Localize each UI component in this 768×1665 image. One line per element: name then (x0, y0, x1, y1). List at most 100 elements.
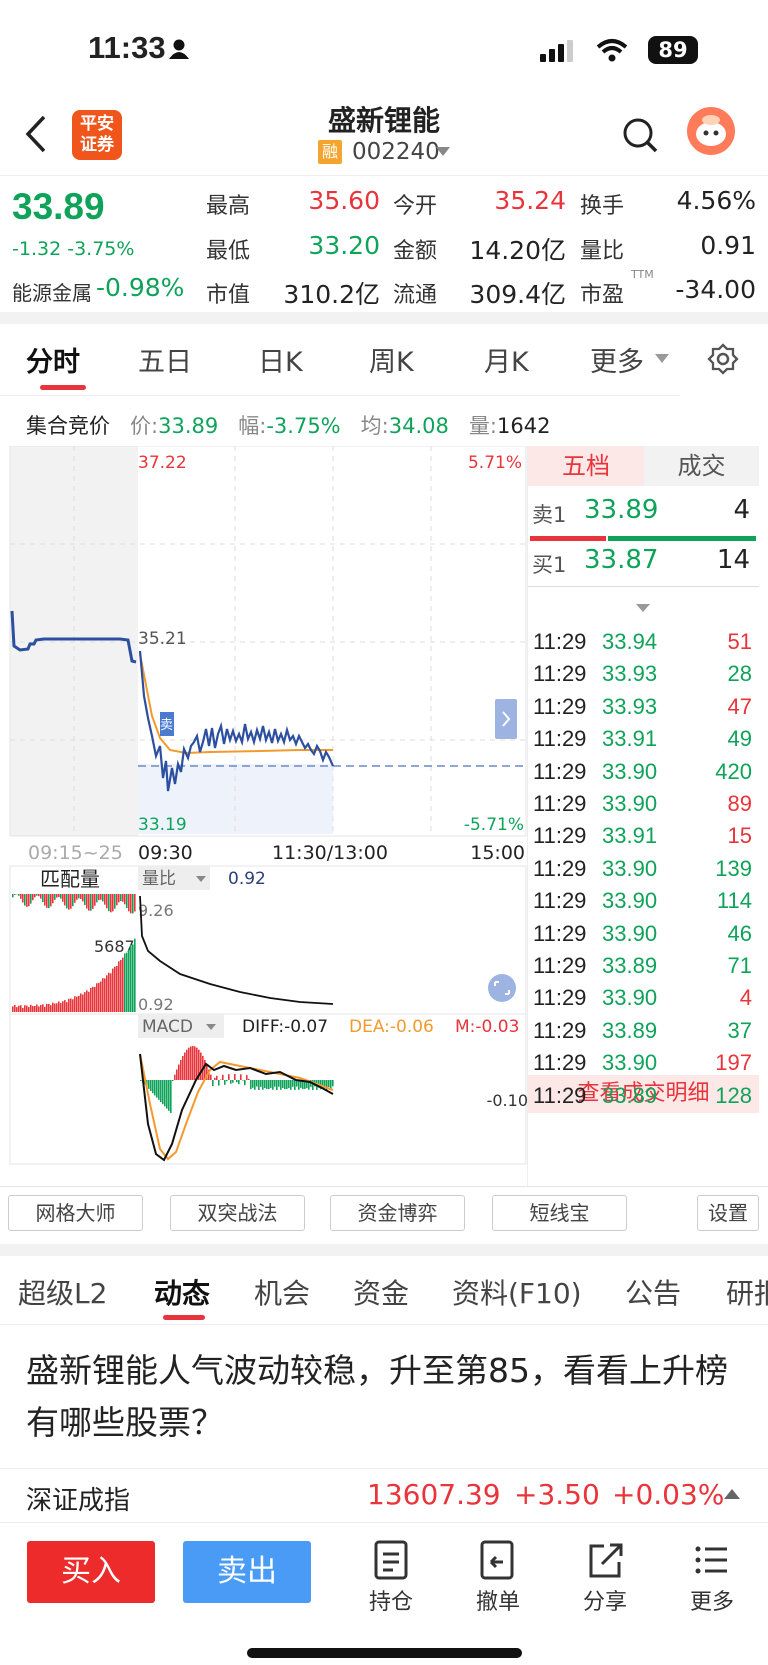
sector-change[interactable]: -0.98% (96, 273, 184, 302)
match-bar-top (62, 894, 64, 902)
chart-top-pct: 5.71% (468, 453, 522, 473)
macd-bar (226, 1080, 228, 1082)
match-bar-top (86, 894, 88, 909)
nav-holdings[interactable]: 持仓 (351, 1540, 431, 1616)
news-tab-research[interactable]: 研报 (726, 1272, 768, 1312)
macd-bar (328, 1080, 330, 1088)
match-bar-bottom (70, 998, 72, 1012)
tool-short-line[interactable]: 短线宝 (492, 1195, 627, 1231)
macd-bar (158, 1080, 160, 1100)
time-label-auction: 09:15~25 (28, 842, 123, 864)
match-bar-bottom (78, 995, 80, 1012)
news-tab-dynamic[interactable]: 动态 (154, 1272, 210, 1312)
expand-up-icon[interactable] (724, 1488, 740, 1500)
trade-volume: 37 (727, 1017, 752, 1043)
match-bar-top (12, 894, 14, 898)
pe-value: -34.00 (675, 275, 756, 304)
auction-bar: 集合竞价 价:33.89 幅:-3.75% 均:34.08 量:1642 (26, 414, 551, 438)
match-bar-top (84, 894, 86, 906)
macd-bar (186, 1049, 188, 1080)
search-icon[interactable] (622, 117, 658, 153)
match-bar-top (56, 894, 58, 898)
trade-time: 11:29 (533, 726, 587, 752)
dropdown-icon[interactable] (436, 147, 450, 157)
macd-bar (268, 1080, 270, 1090)
nav-cancel-order[interactable]: 撤单 (458, 1540, 538, 1616)
news-tab-announcements[interactable]: 公告 (625, 1272, 681, 1312)
macd-bar (192, 1046, 194, 1080)
expand-handle[interactable] (495, 699, 517, 739)
macd-bar (156, 1080, 158, 1098)
tab-daily-k[interactable]: 日K (258, 340, 303, 379)
tab-weekly-k[interactable]: 周K (369, 340, 414, 379)
sell1-vol: 4 (733, 495, 750, 525)
news-tab-l2[interactable]: 超级L2 (18, 1272, 107, 1312)
stock-header: 平安 证券 盛新锂能 融 002240 (0, 95, 768, 175)
match-bar-bottom (34, 1006, 36, 1012)
news-tab-funds[interactable]: 资金 (353, 1272, 409, 1312)
trade-price: 33.93 (602, 661, 658, 687)
more-dropdown-icon[interactable] (655, 354, 669, 364)
match-bar-top (126, 894, 128, 908)
match-bar-bottom (62, 1001, 64, 1012)
news-headline[interactable]: 盛新锂能人气波动较稳，升至第85，看看上升榜有哪些股票？ (26, 1345, 746, 1449)
nav-more[interactable]: 更多 (672, 1540, 752, 1616)
match-bar-top (64, 894, 66, 906)
macd-bar (184, 1052, 186, 1080)
match-bar-top (88, 894, 90, 911)
buy1-vol: 14 (716, 545, 750, 575)
match-bar-top (104, 894, 106, 905)
collapse-arrow-icon[interactable] (636, 604, 650, 614)
trade-row: 11:29 33.90 197 (530, 1050, 758, 1084)
turnover-value: 4.56% (676, 186, 756, 215)
macd-bar (220, 1079, 222, 1080)
index-name: 深证成指 (26, 1486, 131, 1516)
chart-bottom-pct: -5.71% (464, 815, 524, 835)
open-label: 今开 (393, 194, 438, 219)
match-bar-bottom (52, 1002, 54, 1012)
tool-settings[interactable]: 设置 (697, 1195, 759, 1231)
tab-more[interactable]: 更多 (590, 340, 644, 379)
trade-row: 11:29 33.90 46 (530, 921, 758, 955)
match-bar-top (100, 894, 102, 900)
gear-icon[interactable] (707, 343, 739, 375)
svg-text:-0.10: -0.10 (487, 1091, 528, 1110)
news-tab-opportunity[interactable]: 机会 (254, 1272, 310, 1312)
person-icon (169, 39, 189, 59)
tab-monthly-k[interactable]: 月K (484, 340, 529, 379)
match-bar-top (110, 894, 112, 913)
avatar[interactable] (687, 107, 735, 155)
macd-bar (182, 1055, 184, 1080)
tool-double-breakout[interactable]: 双突战法 (170, 1195, 305, 1231)
tab-intraday[interactable]: 分时 (26, 340, 80, 379)
sell-button[interactable]: 卖出 (183, 1541, 311, 1603)
status-time: 11:33 (88, 30, 166, 65)
tool-fund-game[interactable]: 资金博弈 (330, 1195, 465, 1231)
tab-trades[interactable]: 成交 (644, 446, 759, 486)
news-tab-f10[interactable]: 资料(F10) (452, 1272, 582, 1312)
stock-code[interactable]: 002240 (352, 139, 440, 165)
fullscreen-icon[interactable] (488, 974, 516, 1002)
trade-price: 33.91 (602, 823, 658, 849)
match-bar-top (112, 894, 114, 912)
volume-label: 匹配量 (40, 867, 100, 891)
signal-icon (540, 40, 573, 62)
macd-bar (282, 1080, 284, 1088)
tab-5day[interactable]: 五日 (138, 340, 192, 379)
match-bar-bottom (30, 1004, 32, 1012)
sell-marker-text: 卖 (160, 718, 173, 733)
match-bar-top (24, 894, 26, 906)
sector-label[interactable]: 能源金属 (12, 277, 92, 306)
intraday-chart[interactable]: 卖 37.22 5.71% 35.21 33.19 -5.71% 09:15~2… (0, 446, 530, 1186)
svg-text:M:-0.03: M:-0.03 (455, 1017, 519, 1037)
index-value: 13607.39 (367, 1478, 501, 1511)
tool-grid-master[interactable]: 网格大师 (8, 1195, 143, 1231)
macd-bar (290, 1080, 292, 1090)
match-bar-bottom (118, 961, 120, 1012)
buy-button[interactable]: 买入 (27, 1541, 155, 1603)
nav-share[interactable]: 分享 (565, 1540, 645, 1616)
tab-five-levels[interactable]: 五档 (528, 446, 644, 486)
macd-bar (250, 1080, 252, 1090)
trade-time: 11:29 (533, 855, 587, 881)
match-bar-top (26, 894, 28, 907)
